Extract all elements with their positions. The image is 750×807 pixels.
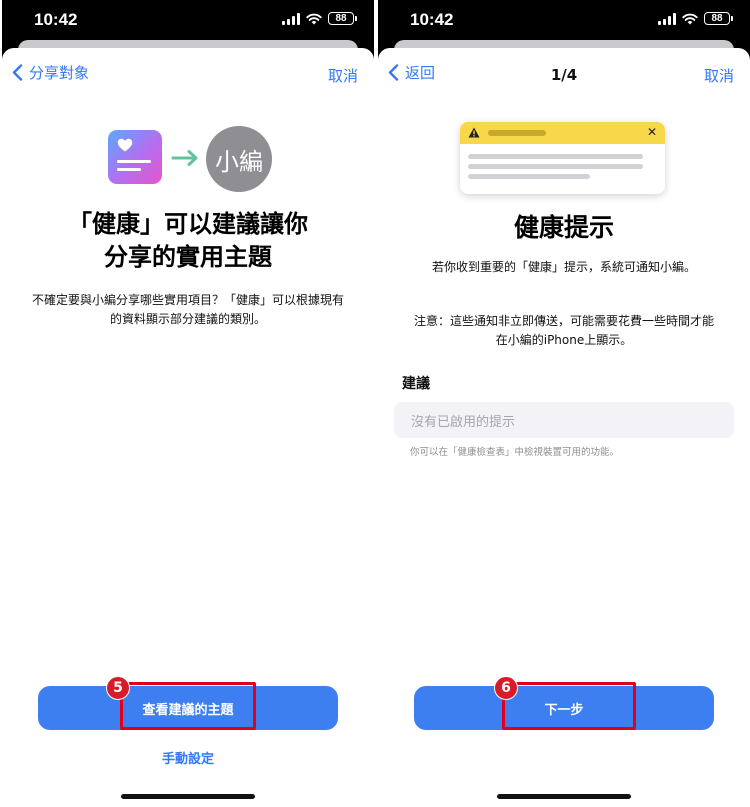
arrow-right-icon [171,150,198,166]
text-placeholder [468,154,643,159]
manual-setup-button[interactable]: 手動設定 [2,748,374,767]
note-text: 注意：這些通知非立即傳送，可能需要花費一些時間才能在小編的iPhone上顯示。 [414,314,715,347]
warning-icon [468,127,480,138]
back-button[interactable]: 分享對象 [12,62,89,83]
notification-illustration: ✕ [460,122,665,194]
step-badge: 5 [106,676,130,700]
wifi-icon [682,13,698,24]
status-icons: 88 [658,12,733,25]
status-bar: 10:42 88 [2,0,374,40]
empty-state-text: 沒有已啟用的提示 [411,414,516,430]
close-icon: ✕ [646,125,657,139]
view-suggested-topics-button[interactable]: 查看建議的主題 [38,686,338,730]
alert-description: 若你收到重要的「健康」提示，系統可通知小編。 [431,260,696,274]
step-indicator: 1/4 [550,66,578,84]
phone-screen-left: 10:42 88 分享對象 取消 小編 「健康」可以建議讓你 分享的實用主題 不… [2,0,374,807]
status-icons: 88 [282,12,357,25]
battery-level: 88 [335,12,347,24]
page-title: 健康提示 [513,213,614,242]
back-button-label: 分享對象 [29,64,90,82]
hero-graphic: 小編 [108,126,273,192]
health-alerts-sheet: 返回 1/4 取消 ✕ 健康提示 若你收到重要的「健康」提示，系統可通知小編。 … [378,48,750,807]
page-title-line-1: 「健康」可以建議讓你 [68,210,308,238]
battery-level: 88 [711,12,723,24]
home-indicator [497,794,631,799]
cellular-signal-icon [282,12,300,25]
wifi-icon [306,13,322,24]
share-suggestions-sheet: 分享對象 取消 小編 「健康」可以建議讓你 分享的實用主題 不確定要與小編分享哪… [2,48,374,807]
cancel-button[interactable]: 取消 [328,65,358,86]
avatar: 小編 [206,126,272,192]
text-placeholder [468,164,643,169]
status-bar: 10:42 88 [378,0,750,40]
notification-title-placeholder [488,130,546,136]
battery-icon: 88 [328,12,357,25]
step-badge: 6 [494,676,518,700]
phone-screen-right: 10:42 88 返回 1/4 取消 ✕ 健康提示 若你收到重要的「健康」提示，… [378,0,750,807]
notification-header: ✕ [460,122,665,144]
description-text: 不確定要與小編分享哪些實用項目？「健康」可以根據現有的資料顯示部分建議的類別。 [32,293,345,326]
status-time: 10:42 [34,10,78,29]
next-button[interactable]: 下一步 [414,686,714,730]
health-app-icon [108,130,162,184]
cellular-signal-icon [658,12,676,25]
suggestions-list: 沒有已啟用的提示 [394,402,734,438]
battery-icon: 88 [704,12,733,25]
status-time: 10:42 [410,10,454,29]
chevron-left-icon [12,64,23,81]
footnote-text: 你可以在「健康檢查表」中檢視裝置可用的功能。 [410,447,620,458]
cancel-button[interactable]: 取消 [704,65,734,86]
page-title: 「健康」可以建議讓你 分享的實用主題 [2,208,374,274]
page-title-line-2: 分享的實用主題 [104,243,272,271]
section-header: 建議 [402,376,430,392]
text-placeholder [468,174,590,179]
home-indicator [121,794,255,799]
